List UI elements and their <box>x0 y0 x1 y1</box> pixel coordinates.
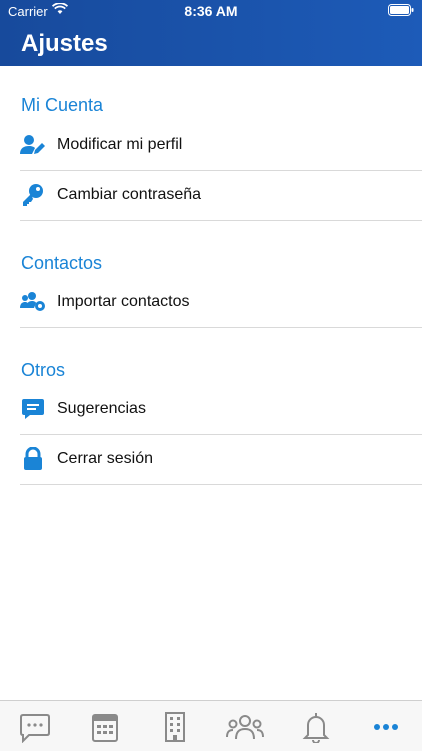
battery-icon <box>388 4 414 16</box>
menu-item-modificar-perfil[interactable]: Modificar mi perfil <box>20 121 422 171</box>
menu-item-label: Cambiar contraseña <box>57 186 202 203</box>
group-icon[interactable] <box>225 711 265 743</box>
menu-item-label: Cerrar sesión <box>57 450 154 467</box>
menu-item-label: Modificar mi perfil <box>57 136 183 153</box>
section-title-mi-cuenta: Mi Cuenta <box>21 95 104 115</box>
page-title: Ajustes <box>21 30 108 57</box>
building-icon[interactable] <box>155 711 195 743</box>
tab-bar <box>0 700 422 751</box>
comment-icon <box>22 399 44 419</box>
status-bar: Carrier 8:36 AM <box>0 0 422 22</box>
menu-item-cerrar-sesion[interactable]: Cerrar sesión <box>20 435 422 485</box>
menu-item-importar-contactos[interactable]: Importar contactos <box>20 278 422 328</box>
section-title-otros: Otros <box>21 360 66 380</box>
section-title-contactos: Contactos <box>21 253 103 273</box>
bell-icon[interactable] <box>296 711 336 743</box>
lock-icon <box>24 447 42 470</box>
menu-item-label: Importar contactos <box>57 293 190 310</box>
calendar-icon[interactable] <box>85 711 125 743</box>
status-time: 8:36 AM <box>184 3 238 19</box>
users-cog-icon <box>20 292 45 311</box>
key-icon <box>23 184 43 206</box>
more-icon[interactable] <box>366 711 406 743</box>
user-edit-icon <box>20 135 45 154</box>
menu-item-cambiar-contrasena[interactable]: Cambiar contraseña <box>20 171 422 221</box>
header-bar: Carrier 8:36 AM Ajustes <box>0 0 422 66</box>
menu-item-sugerencias[interactable]: Sugerencias <box>20 385 422 435</box>
messages-icon[interactable] <box>15 711 55 743</box>
menu-item-label: Sugerencias <box>57 400 146 417</box>
